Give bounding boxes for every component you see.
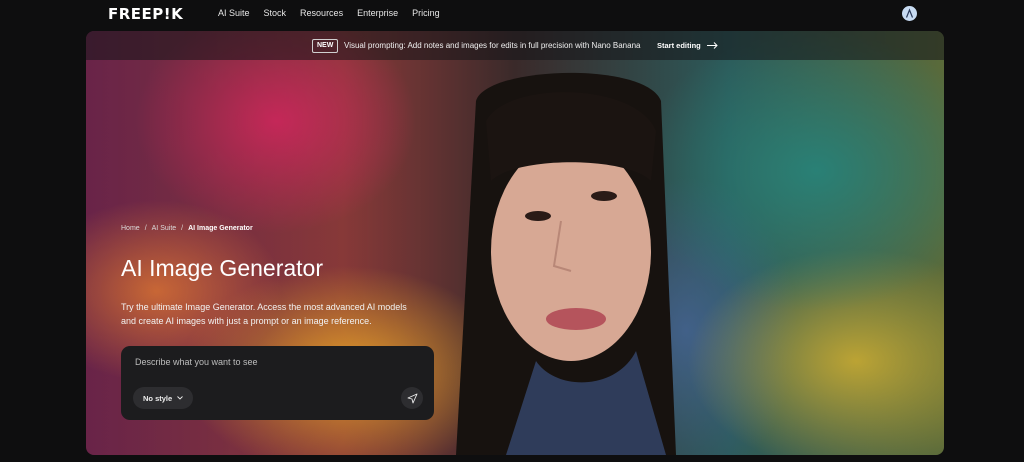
hero-portrait-image bbox=[456, 72, 676, 455]
user-avatar-icon[interactable] bbox=[902, 6, 917, 21]
send-button[interactable] bbox=[401, 387, 423, 409]
avatar-glyph bbox=[905, 8, 914, 18]
breadcrumb-current: AI Image Generator bbox=[188, 225, 253, 232]
nav-link-enterprise[interactable]: Enterprise bbox=[357, 8, 398, 18]
breadcrumb-separator: / bbox=[181, 225, 184, 232]
page-subtitle: Try the ultimate Image Generator. Access… bbox=[121, 302, 407, 326]
arrow-right-icon bbox=[706, 42, 718, 49]
nav-link-stock[interactable]: Stock bbox=[264, 8, 287, 18]
freepik-logo[interactable]: FREEP!K bbox=[108, 5, 183, 23]
breadcrumb: Home / AI Suite / AI Image Generator bbox=[121, 225, 253, 232]
breadcrumb-home[interactable]: Home bbox=[121, 225, 140, 232]
prompt-box: No style bbox=[121, 346, 434, 420]
nav-link-ai-suite[interactable]: AI Suite bbox=[218, 8, 250, 18]
start-editing-label: Start editing bbox=[657, 41, 701, 50]
style-dropdown-label: No style bbox=[143, 393, 173, 403]
nav-links: AI Suite Stock Resources Enterprise Pric… bbox=[218, 8, 440, 18]
nav-link-pricing[interactable]: Pricing bbox=[412, 8, 440, 18]
top-navigation: FREEP!K AI Suite Stock Resources Enterpr… bbox=[0, 0, 1024, 28]
start-editing-link[interactable]: Start editing bbox=[657, 41, 718, 50]
announcement-banner: NEW Visual prompting: Add notes and imag… bbox=[86, 31, 944, 60]
breadcrumb-separator: / bbox=[144, 225, 147, 232]
banner-text: Visual prompting: Add notes and images f… bbox=[344, 41, 641, 50]
breadcrumb-ai-suite[interactable]: AI Suite bbox=[152, 225, 177, 232]
prompt-input[interactable] bbox=[133, 356, 417, 368]
chevron-down-icon bbox=[177, 396, 184, 400]
new-badge: NEW bbox=[312, 39, 339, 53]
page-title: AI Image Generator bbox=[121, 255, 323, 281]
style-dropdown[interactable]: No style bbox=[133, 387, 194, 409]
nav-link-resources[interactable]: Resources bbox=[300, 8, 343, 18]
send-icon bbox=[407, 393, 417, 403]
hero-section: NEW Visual prompting: Add notes and imag… bbox=[86, 31, 944, 455]
